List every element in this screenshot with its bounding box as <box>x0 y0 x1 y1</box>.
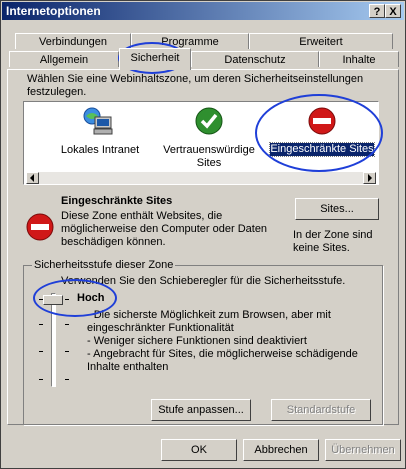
security-level-group-title: Sicherheitsstufe dieser Zone <box>32 259 176 271</box>
zone-item-trusted[interactable]: Vertrauenswürdige Sites <box>154 106 264 176</box>
intranet-icon <box>83 107 113 135</box>
apply-button[interactable]: Übernehmen <box>325 439 401 461</box>
tab-inhalte[interactable]: Inhalte <box>319 51 399 67</box>
zone-label-trusted: Vertrauenswürdige Sites <box>163 144 255 169</box>
scroll-right-button[interactable] <box>363 172 376 184</box>
slider-track <box>51 293 56 387</box>
restricted-icon <box>308 107 336 135</box>
security-level-value: Hoch <box>77 292 105 304</box>
slider-tick <box>65 324 69 325</box>
arrow-left-icon <box>30 174 34 182</box>
tab-datenschutz[interactable]: Datenschutz <box>191 51 319 67</box>
window-title: Internetoptionen <box>6 4 101 18</box>
slider-tick <box>65 299 69 300</box>
slider-thumb[interactable] <box>43 295 63 305</box>
slider-tick <box>39 379 43 380</box>
tab-programme[interactable]: Programme <box>131 33 249 49</box>
trusted-check-icon <box>195 107 223 135</box>
selected-zone-description: Diese Zone enthält Websites, die möglich… <box>61 210 268 248</box>
security-bullet-1: - Die sicherste Möglichkeit zum Browsen,… <box>87 309 331 334</box>
horizontal-scrollbar[interactable] <box>39 172 363 184</box>
tab-erweitert[interactable]: Erweitert <box>249 33 393 49</box>
restricted-zone-icon <box>26 213 54 241</box>
tab-sicherheit[interactable]: Sicherheit <box>119 48 191 70</box>
cancel-button[interactable]: Abbrechen <box>243 439 319 461</box>
internet-options-window: Internetoptionen ? X Verbindungen Progra… <box>0 0 406 469</box>
slider-tick <box>39 324 43 325</box>
security-slider[interactable] <box>39 289 71 389</box>
custom-level-button[interactable]: Stufe anpassen... <box>151 399 251 421</box>
help-button[interactable]: ? <box>369 4 385 18</box>
selected-zone-title: Eingeschränkte Sites <box>61 195 173 207</box>
title-bar[interactable]: Internetoptionen ? X <box>2 2 404 20</box>
slider-tick <box>39 351 43 352</box>
sites-button[interactable]: Sites... <box>295 198 379 220</box>
zone-label-restricted: Eingeschränkte Sites <box>269 142 375 157</box>
tab-allgemein[interactable]: Allgemein <box>9 51 119 67</box>
slider-tick <box>65 351 69 352</box>
security-bullet-3: - Angebracht für Sites, die möglicherwei… <box>87 348 358 373</box>
sites-note: In der Zone sind keine Sites. <box>293 229 373 254</box>
zone-item-intranet[interactable]: Lokales Intranet <box>44 106 156 162</box>
ok-button[interactable]: OK <box>161 439 237 461</box>
tab-verbindungen[interactable]: Verbindungen <box>15 33 131 49</box>
close-button[interactable]: X <box>385 4 401 18</box>
slider-instruction: Verwenden Sie den Schieberegler für die … <box>61 275 346 287</box>
zone-intro-text: Wählen Sie eine Webinhaltszone, um deren… <box>27 73 364 98</box>
zone-list: Lokales Intranet Vertrauenswürdige Sites… <box>23 101 379 185</box>
scroll-left-button[interactable] <box>26 172 39 184</box>
slider-tick <box>65 379 69 380</box>
zone-item-restricted[interactable]: Eingeschränkte Sites <box>268 106 376 162</box>
default-level-button[interactable]: Standardstufe <box>271 399 371 421</box>
arrow-right-icon <box>368 174 372 182</box>
zone-label-intranet: Lokales Intranet <box>60 144 140 156</box>
security-bullet-2: - Weniger sichere Funktionen sind deakti… <box>87 335 307 347</box>
